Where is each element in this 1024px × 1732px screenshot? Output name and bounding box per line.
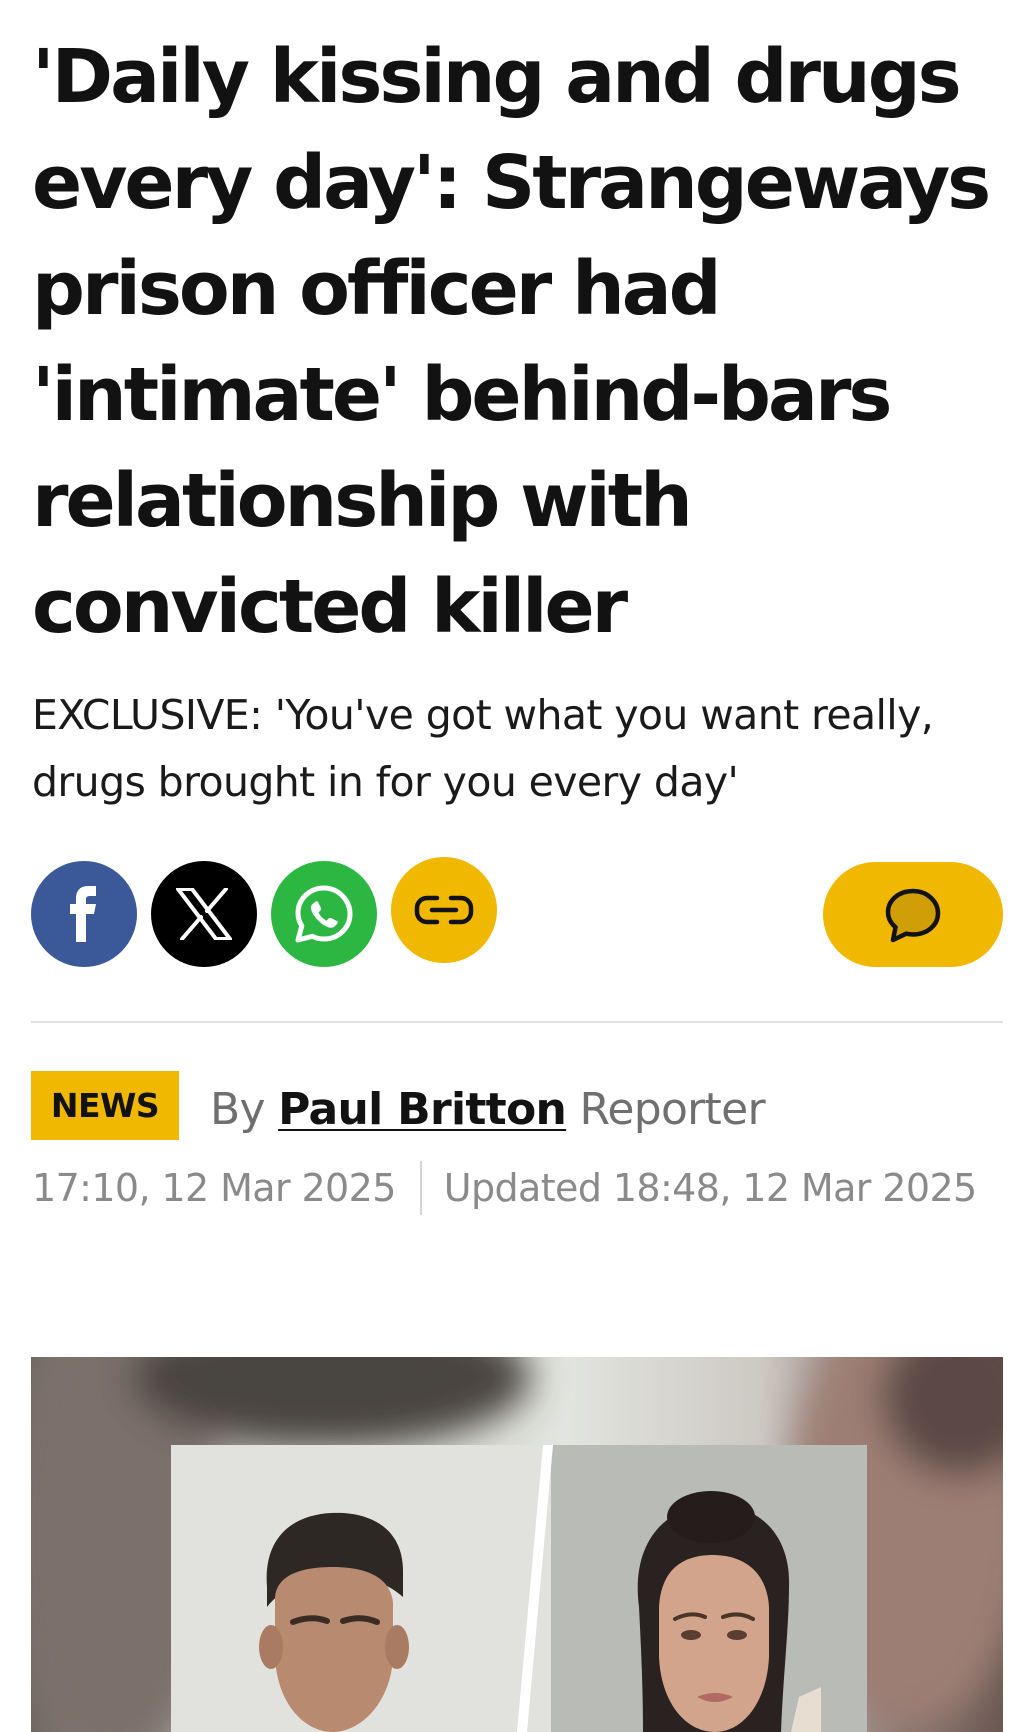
article-page: 'Daily kissing and drugs every day': Str… [0, 0, 1024, 1732]
byline-prefix: By [210, 1084, 266, 1135]
timestamp-separator [419, 1161, 422, 1215]
copy-link-button[interactable] [391, 857, 497, 963]
hero-image[interactable] [31, 1357, 1003, 1732]
comment-bubble-icon [885, 888, 941, 942]
published-time: 17:10, 12 Mar 2025 [32, 1166, 396, 1210]
byline: By Paul Britton Reporter [210, 1080, 766, 1140]
comments-button[interactable] [823, 862, 1003, 967]
link-icon [414, 895, 474, 925]
share-x-button[interactable] [151, 861, 257, 967]
article-standfirst: EXCLUSIVE: 'You've got what you want rea… [32, 691, 934, 806]
share-whatsapp-button[interactable] [271, 861, 377, 967]
facebook-icon [70, 886, 96, 942]
section-badge-news[interactable]: NEWS [31, 1071, 179, 1140]
updated-time: Updated 18:48, 12 Mar 2025 [443, 1166, 977, 1210]
article-timestamps: 17:10, 12 Mar 2025 Updated 18:48, 12 Mar… [32, 1160, 977, 1216]
share-facebook-button[interactable] [31, 861, 137, 967]
x-icon [176, 888, 232, 940]
author-link[interactable]: Paul Britton [278, 1084, 567, 1135]
divider [31, 1021, 1003, 1023]
author-role: Reporter [579, 1084, 765, 1135]
hero-photo [31, 1357, 1003, 1732]
whatsapp-icon [295, 885, 353, 943]
article-headline: 'Daily kissing and drugs every day': Str… [32, 34, 991, 650]
